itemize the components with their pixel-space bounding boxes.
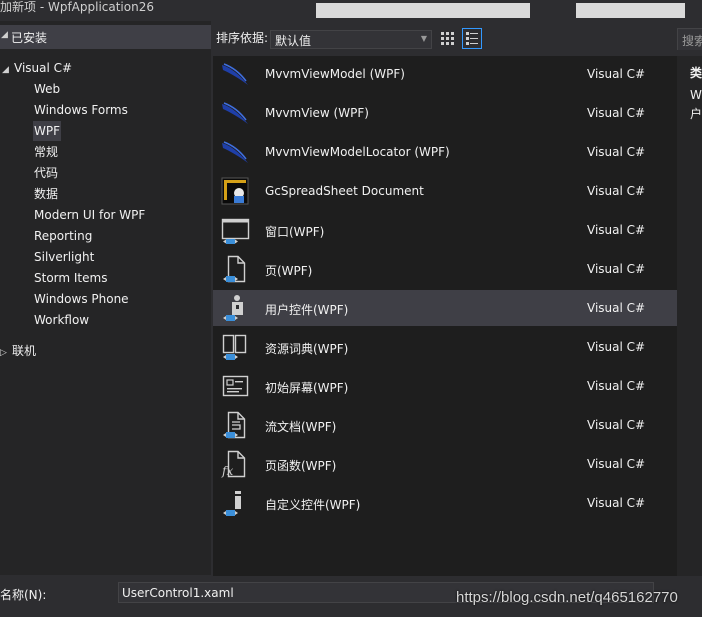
template-row-mvvm-locator[interactable]: MvvmViewModelLocator (WPF) Visual C# xyxy=(213,134,677,170)
expand-caret-icon: ◢ xyxy=(1,30,8,40)
collapsed-caret-icon: ▷ xyxy=(0,348,7,358)
mvvm-swoosh-icon xyxy=(222,102,248,124)
template-name: 流文档(WPF) xyxy=(265,420,337,434)
tree-item-storm-items[interactable]: Storm Items xyxy=(33,268,108,288)
name-label: 名称(N): xyxy=(0,588,47,602)
window-icon xyxy=(221,218,250,244)
template-name: 用户控件(WPF) xyxy=(265,303,349,317)
template-name: MvvmView (WPF) xyxy=(265,106,369,120)
template-row-mvvm-viewmodel[interactable]: MvvmViewModel (WPF) Visual C# xyxy=(213,56,677,92)
template-language: Visual C# xyxy=(587,145,646,159)
custom-control-icon xyxy=(223,491,241,516)
template-name: 窗口(WPF) xyxy=(265,225,325,239)
resource-dictionary-icon xyxy=(222,334,247,360)
template-row-resource-dictionary[interactable]: 资源词典(WPF) Visual C# xyxy=(213,329,677,365)
template-row-splash-screen[interactable]: 初始屏幕(WPF) Visual C# xyxy=(213,368,677,404)
search-input[interactable]: 搜索 xyxy=(677,28,702,50)
search-placeholder: 搜索 xyxy=(682,34,702,48)
template-row-page[interactable]: 页(WPF) Visual C# xyxy=(213,251,677,287)
template-row-page-function[interactable]: fx 页函数(WPF) Visual C# xyxy=(213,446,677,482)
template-row-custom-control[interactable]: 自定义控件(WPF) Visual C# xyxy=(213,485,677,521)
template-language: Visual C# xyxy=(587,340,646,354)
flow-document-icon xyxy=(223,411,246,439)
mvvm-swoosh-icon xyxy=(222,63,248,85)
details-description: 户 xyxy=(690,107,702,121)
template-row-flow-document[interactable]: 流文档(WPF) Visual C# xyxy=(213,407,677,443)
details-description: W xyxy=(690,88,702,102)
template-name: 自定义控件(WPF) xyxy=(265,498,361,512)
details-type-label: 类 xyxy=(690,66,702,80)
template-language: Visual C# xyxy=(587,496,646,510)
dropdown-arrow-icon: ▼ xyxy=(420,34,427,43)
details-pane: 类 W 户 xyxy=(677,56,702,576)
tree-node-label: 联机 xyxy=(12,344,37,358)
tree-node-online[interactable]: ▷ 联机 xyxy=(0,341,36,361)
template-language: Visual C# xyxy=(587,457,646,471)
template-language: Visual C# xyxy=(587,223,646,237)
list-view-icon xyxy=(466,32,478,45)
tree-node-visual-csharp[interactable]: ◢ Visual C# xyxy=(2,58,72,78)
tree-item-reporting[interactable]: Reporting xyxy=(33,226,93,246)
splash-screen-icon xyxy=(222,375,249,397)
bottom-bar: 名称(N): https://blog.csdn.net/q465162770 xyxy=(0,576,702,617)
installed-label: 已安装 xyxy=(11,31,48,45)
tree-item-windows-forms[interactable]: Windows Forms xyxy=(33,100,129,120)
sort-dropdown[interactable]: 默认值 ▼ xyxy=(270,30,432,49)
template-row-user-control[interactable]: 用户控件(WPF) Visual C# xyxy=(213,290,677,326)
template-language: Visual C# xyxy=(587,67,646,81)
title-bar: 加新项 - WpfApplication26 xyxy=(0,0,702,20)
template-row-mvvm-view[interactable]: MvvmView (WPF) Visual C# xyxy=(213,95,677,131)
user-control-icon xyxy=(223,295,243,321)
expand-caret-icon: ◢ xyxy=(2,65,9,75)
template-list: MvvmViewModel (WPF) Visual C# MvvmView (… xyxy=(213,56,677,576)
template-language: Visual C# xyxy=(587,262,646,276)
tree-item-general[interactable]: 常规 xyxy=(33,142,59,162)
template-name: MvvmViewModelLocator (WPF) xyxy=(265,145,450,159)
watermark-text: https://blog.csdn.net/q465162770 xyxy=(456,589,678,606)
list-view-button[interactable] xyxy=(462,28,482,49)
template-name: 页(WPF) xyxy=(265,264,313,278)
sort-label: 排序依据: xyxy=(216,31,269,45)
template-name: GcSpreadSheet Document xyxy=(265,184,424,198)
tree-item-windows-phone[interactable]: Windows Phone xyxy=(33,289,130,309)
template-row-gcspreadsheet[interactable]: GcSpreadSheet Document Visual C# xyxy=(213,173,677,209)
category-tree: ◢ 已安装 ◢ Visual C# Web Windows Forms WPF 常… xyxy=(0,21,211,575)
page-function-icon: fx xyxy=(221,450,246,478)
tree-item-wpf[interactable]: WPF xyxy=(33,121,62,141)
sort-value: 默认值 xyxy=(275,34,312,48)
tree-node-label: Visual C# xyxy=(14,61,73,75)
tree-item-data[interactable]: 数据 xyxy=(33,184,59,204)
template-language: Visual C# xyxy=(587,184,646,198)
tree-item-web[interactable]: Web xyxy=(33,79,61,99)
grid-view-icon xyxy=(441,32,454,45)
page-icon xyxy=(223,255,246,283)
template-row-window[interactable]: 窗口(WPF) Visual C# xyxy=(213,212,677,248)
template-name: 页函数(WPF) xyxy=(265,459,337,473)
tree-item-code[interactable]: 代码 xyxy=(33,163,59,183)
template-name: 资源词典(WPF) xyxy=(265,342,349,356)
window-title: 加新项 - WpfApplication26 xyxy=(0,0,154,14)
installed-header[interactable]: ◢ 已安装 xyxy=(0,25,211,49)
spreadsheet-doc-icon xyxy=(221,177,249,205)
template-name: 初始屏幕(WPF) xyxy=(265,381,349,395)
tree-item-silverlight[interactable]: Silverlight xyxy=(33,247,95,267)
template-language: Visual C# xyxy=(587,106,646,120)
blurred-region xyxy=(316,3,530,18)
template-language: Visual C# xyxy=(587,418,646,432)
template-language: Visual C# xyxy=(587,301,646,315)
blurred-region xyxy=(576,3,685,18)
tree-item-modern-ui[interactable]: Modern UI for WPF xyxy=(33,205,146,225)
grid-view-button[interactable] xyxy=(437,28,457,49)
svg-text:fx: fx xyxy=(221,464,233,478)
mvvm-swoosh-icon xyxy=(222,141,248,163)
template-name: MvvmViewModel (WPF) xyxy=(265,67,405,81)
template-language: Visual C# xyxy=(587,379,646,393)
tree-item-workflow[interactable]: Workflow xyxy=(33,310,90,330)
